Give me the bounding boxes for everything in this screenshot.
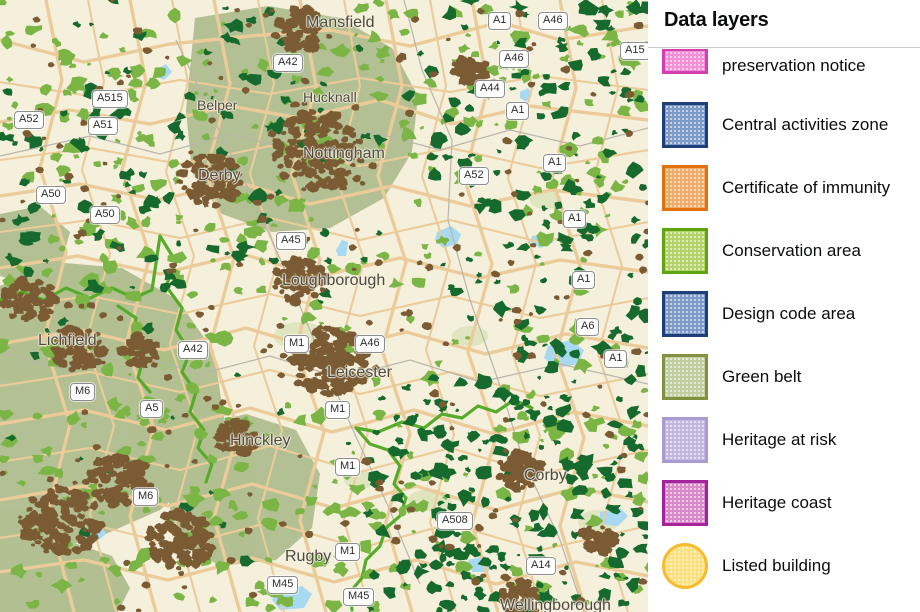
legend-swatch-square-icon	[662, 479, 708, 526]
road-shield: M6	[133, 488, 159, 506]
legend-swatch-square-icon	[662, 227, 708, 274]
legend-swatch-square-icon	[662, 416, 708, 463]
legend-item-label: Heritage coast	[722, 492, 832, 512]
legend-swatch-wrap	[662, 164, 716, 211]
road-shield: A5	[140, 400, 164, 418]
road-shield: A46	[355, 335, 385, 353]
road-shield: A52	[459, 167, 489, 185]
road-shield: M1	[335, 458, 361, 476]
legend-swatch-wrap	[662, 479, 716, 526]
legend-swatch-wrap	[662, 416, 716, 463]
road-shield: A15	[620, 42, 648, 60]
road-shield: M6	[70, 383, 96, 401]
legend-item-label: Listed building	[722, 555, 831, 575]
legend-item-certificate-of-immunity[interactable]: Certificate of immunity	[648, 156, 920, 219]
legend-swatch-wrap	[662, 542, 716, 589]
screenshot-root: Mansfield Hucknall Nottingham Belper Derby Lo…	[0, 0, 920, 612]
swatch-stipple-pattern	[665, 51, 705, 71]
legend-swatch-wrap	[662, 290, 716, 337]
road-shield: A46	[538, 12, 568, 30]
legend-item-design-code-area[interactable]: Design code area	[648, 282, 920, 345]
legend-item-building-preservation-notice[interactable]: preservation notice	[648, 49, 920, 93]
road-shield: M1	[335, 543, 361, 561]
road-shield: A1	[543, 154, 567, 172]
road-shield: A42	[273, 54, 303, 72]
legend-item-label: preservation notice	[722, 56, 866, 75]
map-canvas[interactable]: Mansfield Hucknall Nottingham Belper Derby Lo…	[0, 0, 648, 612]
road-shield: A52	[14, 111, 44, 129]
legend-item-label: Heritage at risk	[722, 429, 837, 449]
road-shield: A1	[572, 271, 596, 289]
legend-list: preservation notice Central activities zo…	[648, 49, 920, 612]
road-shield: A6	[576, 318, 600, 336]
legend-item-heritage-coast[interactable]: Heritage coast	[648, 471, 920, 534]
legend-item-label: Green belt	[722, 366, 802, 386]
legend-item-heritage-at-risk[interactable]: Heritage at risk	[648, 408, 920, 471]
swatch-stipple-pattern	[665, 293, 705, 334]
legend-item-conservation-area[interactable]: Conservation area	[648, 219, 920, 282]
legend-item-label: Design code area	[722, 303, 856, 323]
legend-swatch-wrap	[662, 227, 716, 274]
legend-item-label: Conservation area	[722, 240, 861, 260]
swatch-stipple-pattern	[665, 545, 705, 586]
legend-swatch-circle-icon	[662, 542, 708, 589]
swatch-stipple-pattern	[665, 482, 705, 523]
legend-swatch-square-icon	[662, 290, 708, 337]
legend-item-listed-building[interactable]: Listed building	[648, 534, 920, 597]
road-shield: A46	[499, 50, 529, 68]
legend-swatch-square-icon	[662, 164, 708, 211]
swatch-stipple-pattern	[665, 167, 705, 208]
legend-item-central-activities-zone[interactable]: Central activities zone	[648, 93, 920, 156]
road-shield: M45	[267, 576, 299, 594]
page-title: Data layers	[664, 9, 769, 31]
legend-swatch-wrap	[662, 353, 716, 400]
road-shield: A44	[475, 80, 505, 98]
swatch-stipple-pattern	[665, 356, 705, 397]
road-shield: M1	[325, 401, 351, 419]
road-shield: A50	[90, 206, 120, 224]
legend-swatch-wrap	[662, 49, 716, 74]
road-shield: A50	[36, 186, 66, 204]
road-shield: A1	[563, 210, 587, 228]
road-shield: A1	[604, 350, 628, 368]
road-shield: A14	[526, 557, 556, 575]
legend-swatch-square-icon	[662, 101, 708, 148]
panel-header: Data layers	[648, 0, 920, 48]
road-shield: M1	[284, 335, 310, 353]
legend-swatch-square-icon	[662, 353, 708, 400]
legend-swatch-wrap	[662, 101, 716, 148]
road-shield: A1	[506, 102, 530, 120]
data-layers-panel: Data layers preservation notice Central a…	[648, 0, 920, 612]
road-shield: A1	[488, 12, 512, 30]
road-shield: A508	[437, 512, 473, 530]
swatch-stipple-pattern	[665, 419, 705, 460]
legend-item-green-belt[interactable]: Green belt	[648, 345, 920, 408]
road-shield: M45	[343, 588, 375, 606]
legend-swatch-square-icon	[662, 49, 708, 74]
swatch-stipple-pattern	[665, 104, 705, 145]
road-shield: A515	[92, 90, 128, 108]
swatch-stipple-pattern	[665, 230, 705, 271]
road-shield: A51	[88, 117, 118, 135]
legend-item-label: Central activities zone	[722, 114, 889, 134]
road-shield: A42	[178, 341, 208, 359]
legend-item-label: Certificate of immunity	[722, 177, 891, 197]
road-shield: A45	[276, 232, 306, 250]
